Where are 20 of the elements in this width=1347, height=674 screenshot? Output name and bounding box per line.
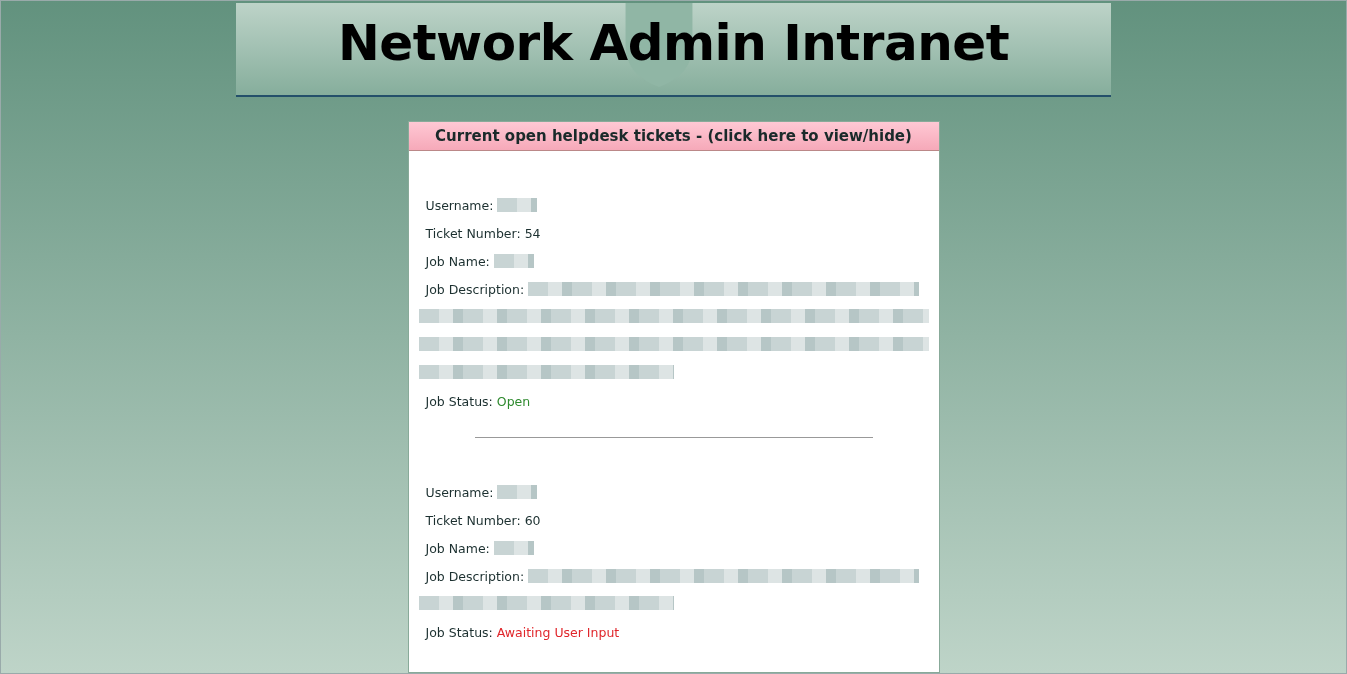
blurred-text [497,198,538,212]
blurred-text [497,485,538,499]
field-label: Job Name: [425,540,490,556]
field-label: Job Description: [425,568,525,584]
status-value: Open [496,393,531,409]
field-label: Job Status: [425,624,493,640]
field-label: Job Status: [425,393,493,409]
field-label: Job Description: [425,281,525,297]
status-value: Awaiting User Input [496,624,620,640]
field-label: Username: [425,197,494,213]
field-label: Ticket Number: [425,512,521,528]
field-label: Ticket Number: [425,225,521,241]
blurred-text [493,541,534,555]
field-label: Job Name: [425,253,490,269]
panel-toggle-header[interactable]: Current open helpdesk tickets - (click here to view/hide) [408,122,939,151]
field-value: 54 [524,225,541,241]
blurred-text [493,254,534,268]
field-value: 60 [524,512,541,528]
field-label: Username: [425,484,494,500]
site-title: Network Admin Intranet [337,14,1010,72]
